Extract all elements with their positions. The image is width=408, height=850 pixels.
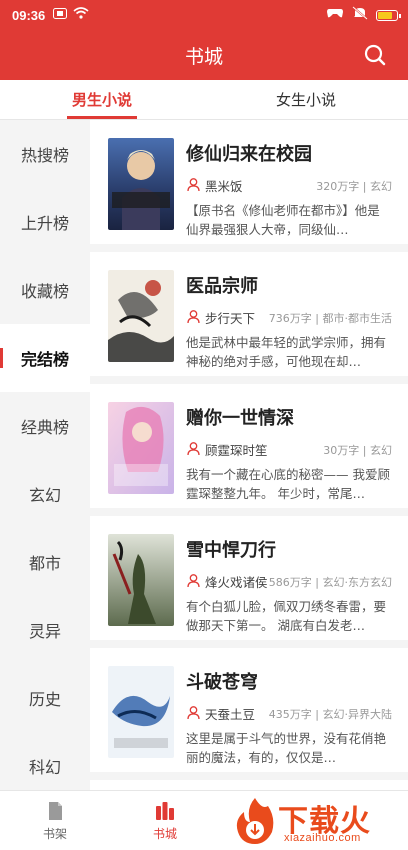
sidebar-item-label: 上升榜 [20, 214, 69, 233]
sidebar-item-supernatural[interactable]: 灵异 [0, 596, 90, 664]
sidebar-item-hot-search[interactable]: 热搜榜 [0, 120, 90, 188]
wifi-icon [73, 7, 89, 23]
bookshelf-icon [49, 801, 62, 820]
book-title: 医品宗师 [186, 276, 258, 297]
book-card[interactable]: 赠你一世情深 顾霆琛时笙 30万字 | 玄幻 我有一个藏在心底的秘密—— 我爱顾… [90, 384, 408, 516]
sidebar-item-rising[interactable]: 上升榜 [0, 188, 90, 256]
search-icon[interactable] [362, 42, 388, 68]
sidebar-item-label: 收藏榜 [20, 282, 69, 301]
book-author: 顾霆琛时笙 [205, 443, 268, 458]
sidebar-item-fantasy[interactable]: 玄幻 [0, 460, 90, 528]
book-description: 我有一个藏在心底的秘密—— 我爱顾霆琛整整九年。 年少时，常尾… [186, 467, 390, 501]
book-cover-image [108, 666, 174, 758]
author-icon [186, 441, 201, 459]
book-title: 赠你一世情深 [186, 408, 294, 429]
tab-label: 书架 [42, 826, 67, 841]
tab-label: 女生小说 [275, 91, 336, 109]
sidebar-item-completed[interactable]: 完结榜 [0, 324, 90, 392]
sidebar-item-label: 热搜榜 [20, 146, 69, 165]
status-time: 09:36 [12, 7, 46, 23]
book-title: 修仙归来在校园 [186, 144, 312, 165]
book-stats: 435万字 | 玄幻·异界大陆 [268, 707, 392, 721]
status-bar: 09:36 [0, 0, 408, 30]
tab-label: 书城 [152, 826, 177, 841]
book-title: 斗破苍穹 [186, 672, 258, 693]
book-author: 天蚕土豆 [205, 707, 256, 722]
book-cover-image [108, 534, 174, 626]
book-cover-image [108, 402, 174, 494]
author-icon [186, 177, 201, 195]
book-author: 黑米饭 [205, 179, 243, 194]
game-controller-icon [326, 7, 344, 23]
book-cover-image [108, 270, 174, 362]
notification-icon [53, 7, 68, 23]
author-icon [186, 309, 201, 327]
tab-label: 男生小说 [71, 91, 132, 109]
book-description: 有个白狐儿脸，佩双刀绣冬春雷，要做那天下第一。 湖底有白发老… [186, 599, 387, 633]
sidebar-item-urban[interactable]: 都市 [0, 528, 90, 596]
sidebar-item-label: 经典榜 [20, 418, 69, 437]
app-header: 书城 [0, 30, 408, 80]
book-stats: 320万字 | 玄幻 [316, 179, 392, 193]
book-card[interactable]: 雪中悍刀行 烽火戏诸侯 586万字 | 玄幻·东方玄幻 有个白狐儿脸，佩双刀绣冬… [90, 516, 408, 648]
watermark-logo: 下载火 xiazaihuo.com [232, 794, 402, 848]
book-cover-image [108, 138, 174, 230]
book-author: 步行天下 [205, 311, 256, 326]
book-card[interactable]: 斗破苍穹 天蚕土豆 435万字 | 玄幻·异界大陆 这里是属于斗气的世界，没有花… [90, 648, 408, 780]
category-sidebar: 热搜榜 上升榜 收藏榜 完结榜 经典榜 玄幻 都市 灵异 历史 科幻 [0, 120, 90, 790]
bookstore-icon [156, 801, 174, 820]
sidebar-item-history[interactable]: 历史 [0, 664, 90, 732]
book-author: 烽火戏诸侯 [205, 575, 268, 590]
sidebar-item-favorites[interactable]: 收藏榜 [0, 256, 90, 324]
gender-tabs: 男生小说 女生小说 [0, 80, 408, 120]
sidebar-item-label: 都市 [28, 554, 61, 573]
book-stats: 736万字 | 都市·都市生活 [268, 311, 392, 325]
mute-icon [352, 6, 368, 24]
watermark-url: xiazaihuo.com [284, 832, 361, 844]
book-stats: 30万字 | 玄幻 [323, 443, 392, 457]
sidebar-item-classic[interactable]: 经典榜 [0, 392, 90, 460]
book-list: 修仙归来在校园 黑米饭 320万字 | 玄幻 【原书名《修仙老师在都市》】他是仙… [90, 120, 408, 790]
battery-icon [376, 9, 401, 21]
author-icon [186, 705, 201, 723]
tab-female-novels[interactable]: 女生小说 [204, 80, 408, 119]
flame-logo-icon [236, 798, 274, 844]
book-description: 他是武林中最年轻的武学宗师，拥有神秘的绝对手感，可他现在却… [186, 335, 387, 369]
sidebar-item-label: 科幻 [28, 758, 61, 777]
sidebar-item-label: 玄幻 [28, 486, 61, 505]
book-card[interactable]: 医品宗师 步行天下 736万字 | 都市·都市生活 他是武林中最年轻的武学宗师，… [90, 252, 408, 384]
author-icon [186, 573, 201, 591]
book-description: 【原书名《修仙老师在都市》】他是仙界最强狠人大帝，同级仙… [186, 203, 380, 237]
book-stats: 586万字 | 玄幻·东方玄幻 [268, 575, 392, 589]
book-description: 这里是属于斗气的世界，没有花俏艳丽的魔法，有的，仅仅是… [186, 731, 387, 765]
page-title: 书城 [184, 45, 223, 68]
tab-male-novels[interactable]: 男生小说 [0, 80, 204, 119]
sidebar-item-label: 历史 [28, 690, 61, 709]
book-card[interactable]: 修仙归来在校园 黑米饭 320万字 | 玄幻 【原书名《修仙老师在都市》】他是仙… [90, 120, 408, 252]
sidebar-item-label: 完结榜 [20, 350, 69, 369]
tab-bookstore[interactable]: 书城 [110, 791, 220, 850]
sidebar-item-label: 灵异 [28, 622, 61, 641]
book-title: 雪中悍刀行 [186, 540, 276, 561]
tab-bookshelf[interactable]: 书架 [0, 791, 110, 850]
